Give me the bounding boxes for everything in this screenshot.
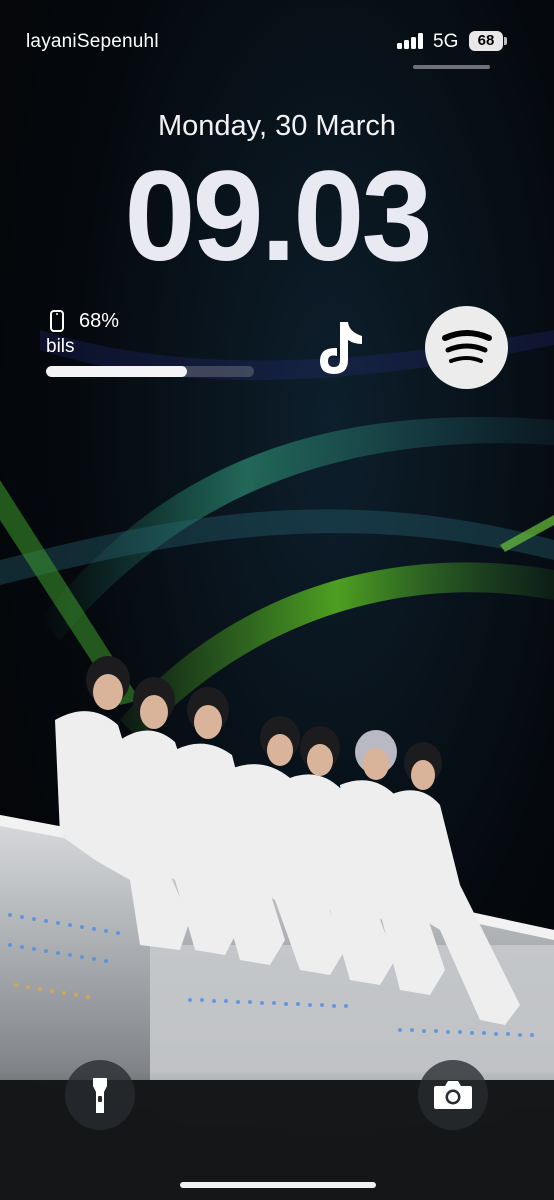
camera-button[interactable]: [418, 1060, 488, 1130]
network-type: 5G: [433, 31, 459, 52]
spotify-icon[interactable]: [425, 306, 508, 389]
carrier-name: layaniSepenuhl: [26, 31, 159, 52]
iphone-icon: [50, 310, 64, 332]
tiktok-icon[interactable]: [310, 316, 370, 382]
control-center-indicator[interactable]: [413, 65, 490, 69]
home-indicator[interactable]: [180, 1182, 376, 1188]
lock-time[interactable]: 09.03: [0, 152, 554, 282]
widget-device-name: bils: [46, 336, 75, 357]
battery-icon: 68: [469, 31, 503, 51]
cellular-signal-icon: [397, 33, 425, 49]
flashlight-icon: [93, 1078, 107, 1113]
battery-widget[interactable]: 68% bils: [46, 308, 256, 380]
battery-nub: [504, 37, 507, 45]
battery-progress-fill: [46, 366, 188, 377]
battery-level: 68: [477, 32, 495, 49]
battery-progress-track: [46, 366, 254, 377]
flashlight-button[interactable]: [65, 1060, 135, 1130]
status-bar: layaniSepenuhl 5G 68: [0, 0, 554, 70]
camera-icon: [434, 1081, 472, 1109]
widget-battery-percent: 68%: [79, 310, 120, 332]
lock-date: Monday, 30 March: [157, 110, 397, 142]
